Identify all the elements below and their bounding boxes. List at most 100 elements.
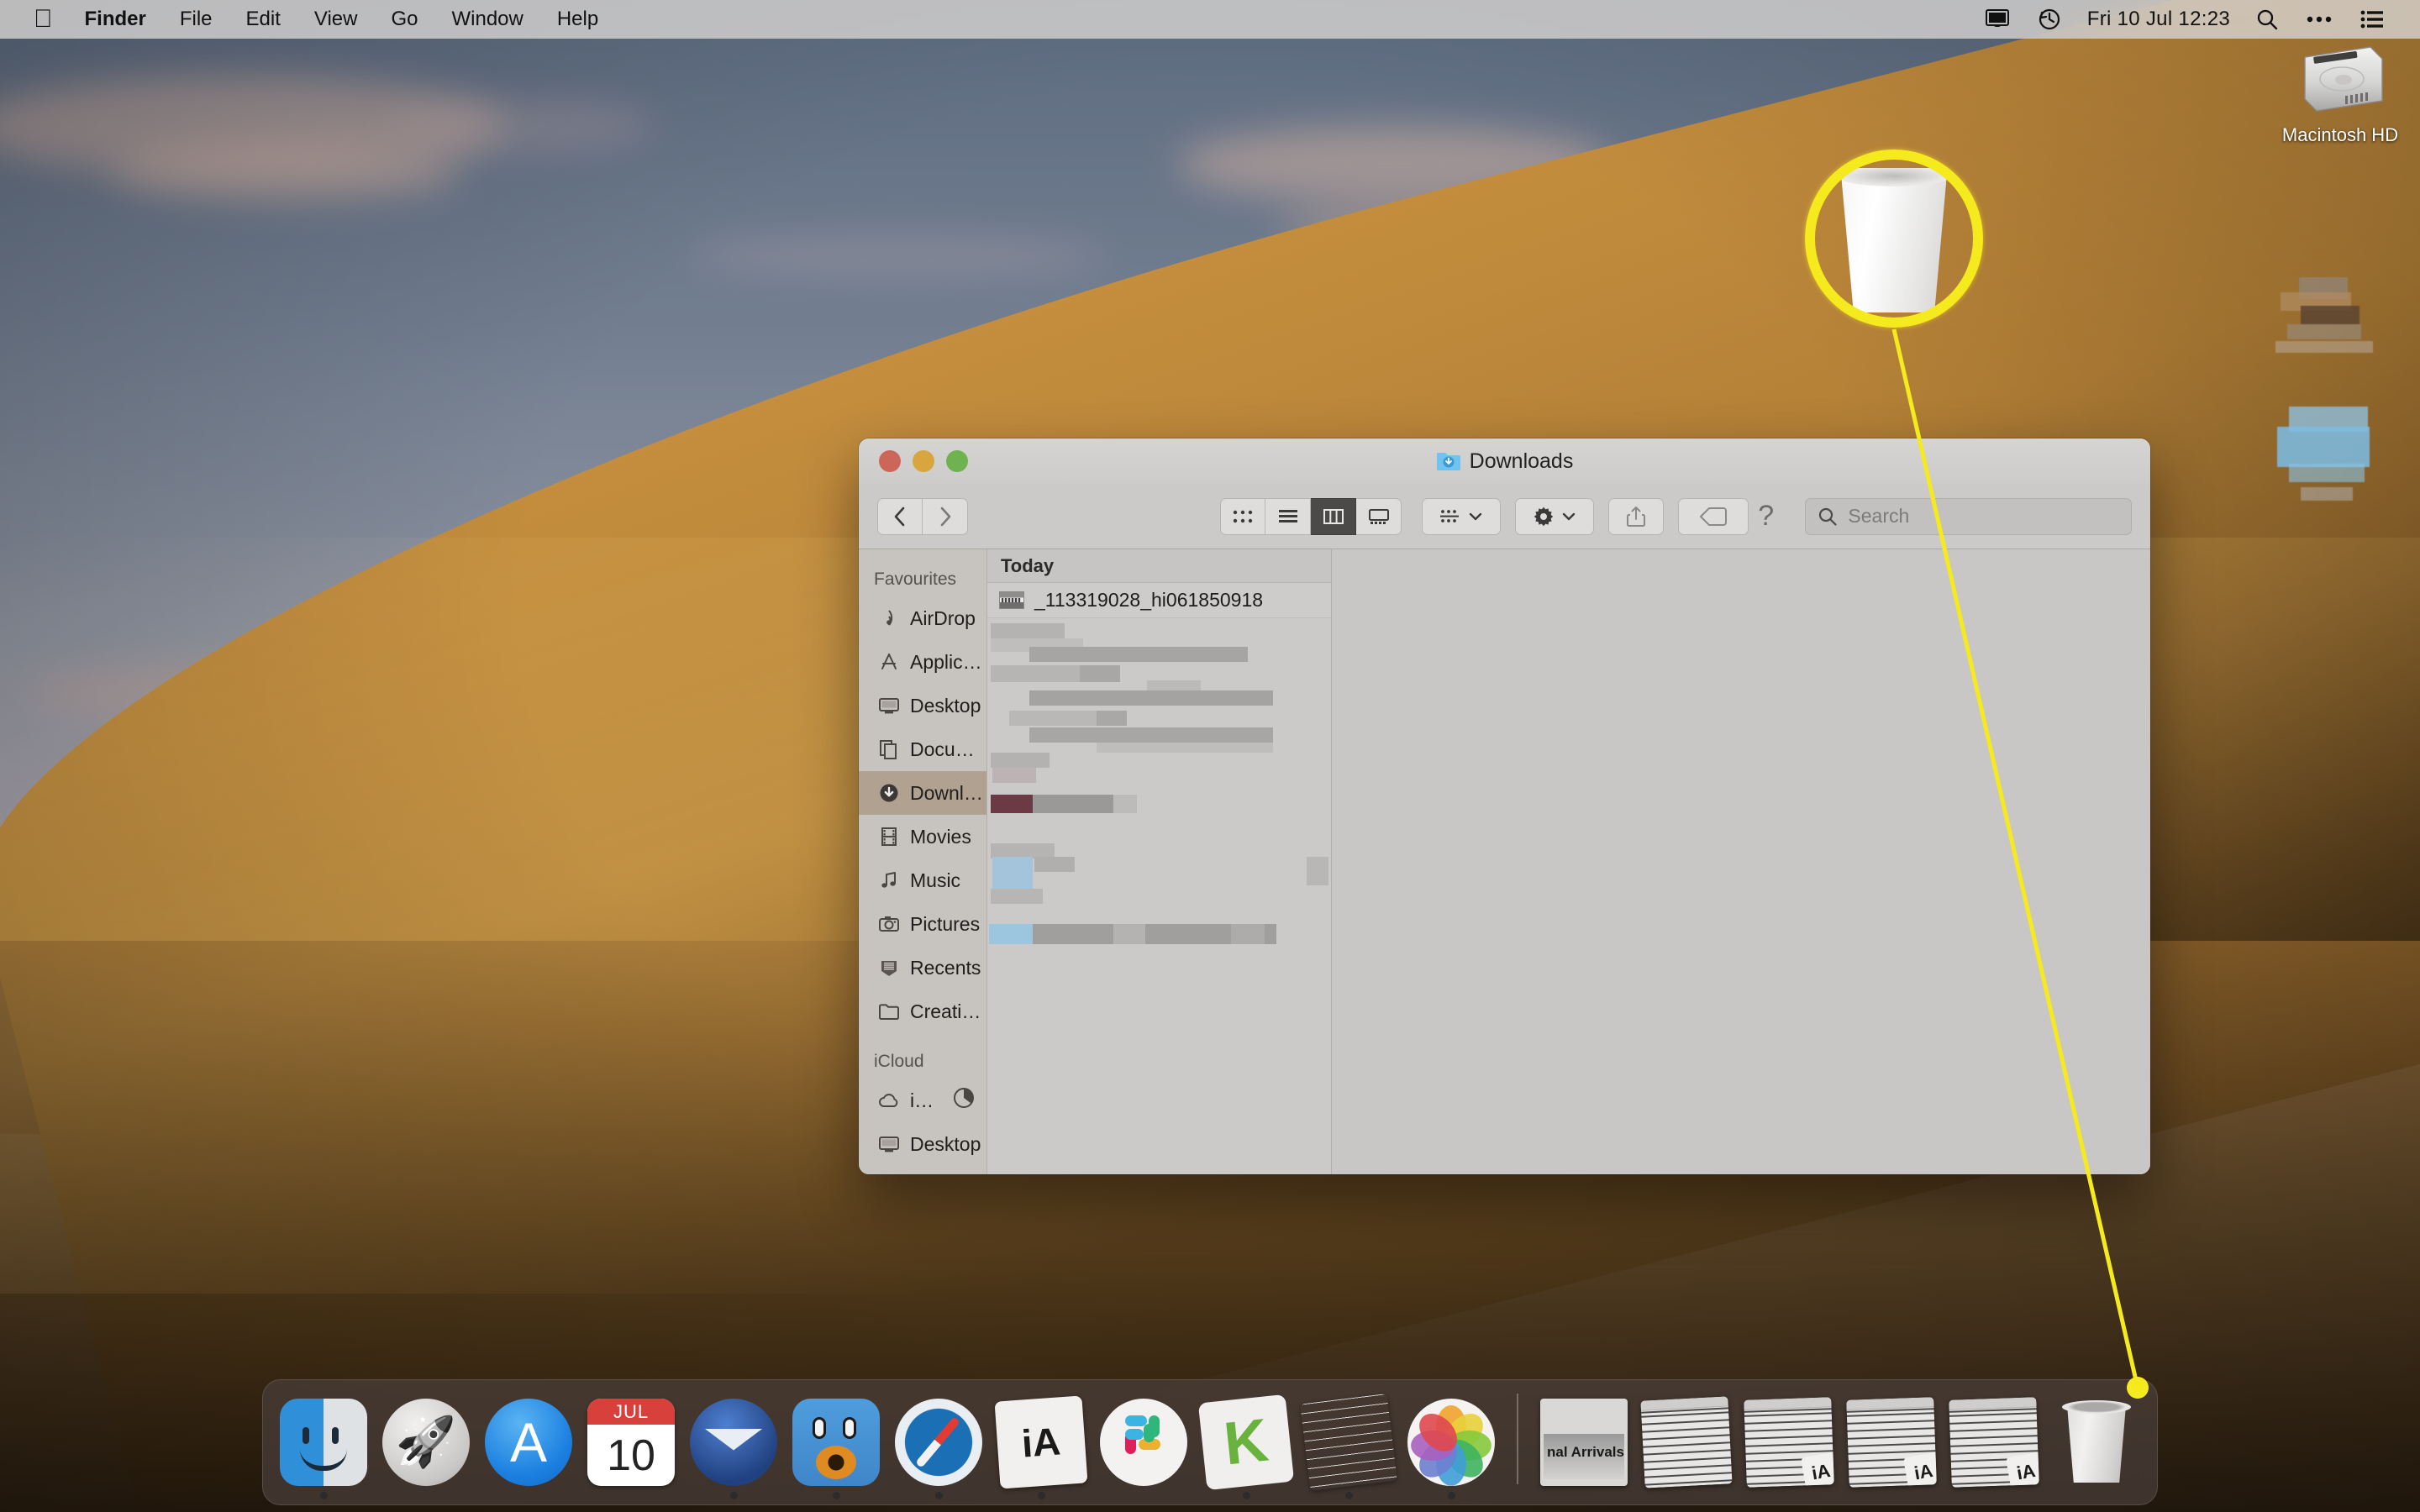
finder-window[interactable]: Downloads ? Search Favourites AirDrop Ap… [859,438,2150,1174]
table-row[interactable] [987,662,1331,706]
search-field[interactable]: Search [1805,497,2132,535]
menu-item-window[interactable]: Window [434,0,539,39]
gallery-view-button[interactable] [1356,497,1402,535]
column-view-button[interactable] [1311,497,1356,535]
sidebar-item-airdrop[interactable]: AirDrop [859,596,986,640]
redacted-desktop-icon[interactable] [2269,403,2412,512]
dock-item-notes[interactable] [1300,1390,1397,1499]
running-indicator [832,1492,840,1499]
sidebar-item-pictures[interactable]: Pictures [859,902,986,946]
table-row[interactable] [987,924,1331,968]
dock-minimised-document-window[interactable]: iA [1945,1390,2043,1499]
dock-minimised-arrivals-window[interactable]: nal Arrivals [1535,1390,1633,1499]
dock-minimised-document-window[interactable]: iA [1740,1390,1838,1499]
file-list-item[interactable]: _113319028_hi061850918 [987,583,1331,618]
sidebar-item-label: Creative Clo... [910,1000,986,1022]
ia-writer-icon: iA [994,1395,1088,1489]
minimised-document-window: iA [1949,1397,2039,1488]
running-indicator [1037,1492,1045,1499]
dock-item-tweetbot[interactable] [787,1390,885,1499]
action-menu-button[interactable] [1515,497,1595,535]
music-icon [877,869,901,892]
table-row[interactable] [987,880,1331,924]
menu-item-go[interactable]: Go [374,0,434,39]
share-icon [1627,506,1646,527]
time-machine-icon[interactable] [2023,0,2075,39]
menu-item-finder[interactable]: Finder [68,0,163,39]
sidebar-item-label: AirDrop [910,606,976,629]
icloud-icon [877,1089,901,1112]
running-indicator [1242,1492,1250,1499]
table-row[interactable] [987,749,1331,793]
running-indicator [934,1492,943,1499]
help-button[interactable]: ? [1749,500,1783,533]
window-titlebar[interactable]: Downloads [859,438,2150,484]
slack-icon [1100,1399,1187,1486]
table-row[interactable] [987,837,1331,890]
dock-item-launchpad[interactable] [377,1390,475,1499]
control-center-icon[interactable] [2292,0,2346,39]
table-row[interactable] [987,793,1331,837]
minimised-document-window: iA [1744,1397,1834,1488]
dock-item-kmail[interactable] [1197,1390,1295,1499]
dock-item-safari[interactable] [890,1390,987,1499]
sidebar-item-creative-cloud[interactable]: Creative Clo... [859,990,986,1033]
sidebar-item-icloud-desktop[interactable]: Desktop [859,1122,986,1166]
apple-logo-icon[interactable]:  [18,0,68,39]
icon-view-button[interactable] [1220,497,1265,535]
menu-item-view[interactable]: View [297,0,375,39]
sidebar-item-applications[interactable]: Applications [859,640,986,684]
redacted-desktop-icon[interactable] [2269,269,2412,361]
photos-icon [1407,1399,1495,1486]
minimise-button[interactable] [913,450,934,472]
thunderbird-icon [690,1399,777,1486]
dock-item-trash[interactable] [2048,1390,2145,1499]
dock-item-finder[interactable] [275,1390,372,1499]
sidebar-item-recents[interactable]: Recents [859,946,986,990]
running-indicator [1344,1492,1353,1499]
dock-item-slack[interactable] [1095,1390,1192,1499]
dock-item-photos[interactable] [1402,1390,1500,1499]
menu-bar:  Finder File Edit View Go Window Help F… [0,0,2420,39]
sidebar-item-label: Music [910,869,961,891]
forward-chevron-icon[interactable] [923,497,968,535]
group-by-button[interactable] [1422,497,1502,535]
spotlight-search-icon[interactable] [2242,0,2292,39]
dock-item-thunderbird[interactable] [685,1390,782,1499]
sidebar-item-music[interactable]: Music [859,858,986,902]
dock-item-calendar[interactable]: JUL 10 [582,1390,680,1499]
sidebar-item-downloads[interactable]: Downloads [859,771,986,815]
dock-minimised-document-window[interactable] [1638,1390,1735,1499]
sidebar-item-desktop[interactable]: Desktop [859,684,986,727]
desktop-icon-macintosh-hd[interactable]: Macintosh HD [2260,39,2420,146]
menu-bar-left:  Finder File Edit View Go Window Help [0,0,615,39]
back-chevron-icon[interactable] [877,497,923,535]
sidebar-item-documents[interactable]: Documents [859,727,986,771]
menu-item-edit[interactable]: Edit [229,0,297,39]
close-button[interactable] [879,450,901,472]
dock: A JUL 10 iA [262,1379,2158,1505]
menu-item-help[interactable]: Help [540,0,615,39]
display-icon[interactable] [1971,0,2023,39]
tags-button[interactable] [1678,497,1749,535]
dock-minimised-document-window[interactable]: iA [1843,1390,1940,1499]
search-icon [1819,507,1838,526]
maximise-button[interactable] [946,450,968,472]
menu-item-file[interactable]: File [163,0,229,39]
group-by-icon [1440,509,1460,522]
share-button[interactable] [1608,497,1665,535]
sidebar-item-movies[interactable]: Movies [859,815,986,858]
dock-item-ia-writer[interactable]: iA [992,1390,1090,1499]
table-row[interactable] [987,618,1331,662]
preview-pane[interactable] [1332,549,2150,1174]
file-list-column[interactable]: Today _113319028_hi061850918 [987,549,1332,1174]
list-view-button[interactable] [1265,497,1311,535]
sidebar-item-label: Desktop [910,1132,981,1155]
table-row[interactable] [987,706,1331,753]
airdrop-icon [877,606,901,630]
sidebar-item-icloud-drive[interactable]: iCloud D... [859,1079,986,1122]
dock-item-app-store[interactable]: A [480,1390,577,1499]
menu-bar-clock[interactable]: Fri 10 Jul 12:23 [2075,8,2242,31]
recents-icon [877,956,901,979]
notification-center-icon[interactable] [2346,0,2398,39]
